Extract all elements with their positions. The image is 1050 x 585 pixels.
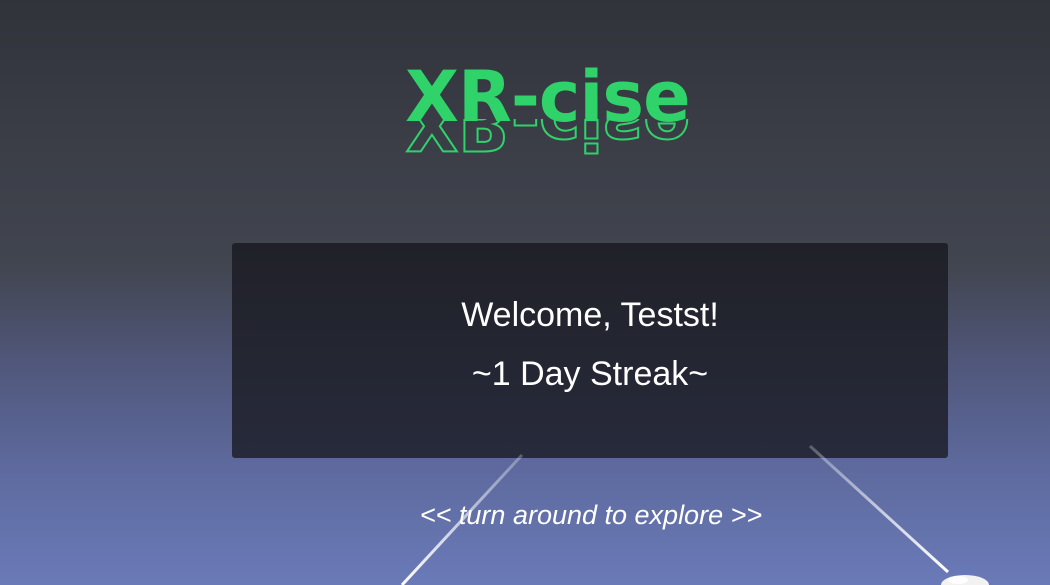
controller-pointers — [400, 444, 989, 585]
scene: { "app": { "logo_text": "XR-cise", "logo… — [0, 0, 1050, 585]
left-laser-pointer — [400, 453, 524, 585]
vr-controller-icon — [941, 575, 989, 585]
right-laser-pointer — [808, 444, 950, 574]
